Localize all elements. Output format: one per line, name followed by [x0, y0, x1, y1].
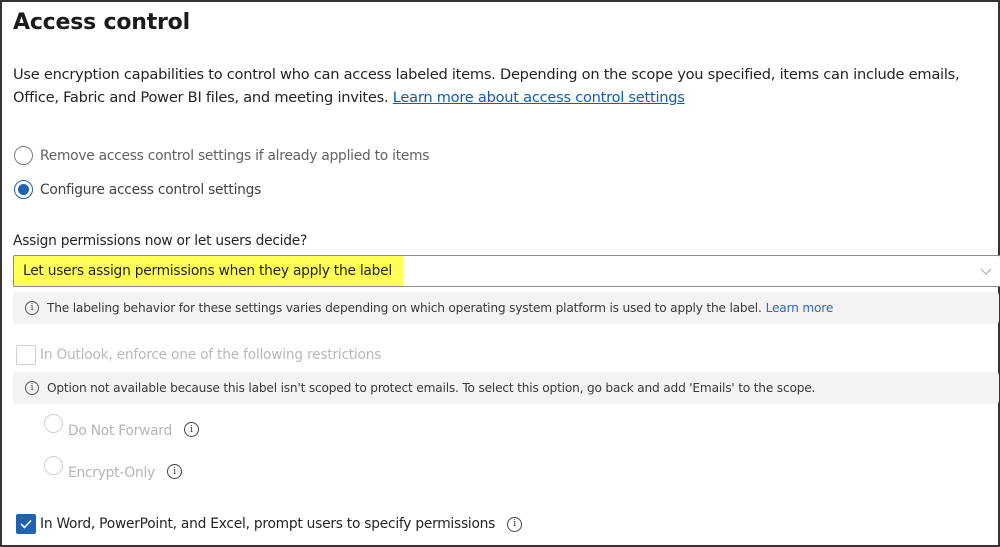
dropdown-selected-value: Let users assign permissions when they a… — [14, 256, 403, 286]
radio-do-not-forward[interactable]: Do Not Forward i — [44, 414, 199, 439]
radio-label: Configure access control settings — [40, 181, 262, 198]
radio-button[interactable] — [44, 456, 63, 475]
platform-info-text: The labeling behavior for these settings… — [47, 301, 762, 315]
access-control-panel: Access control Use encryption capabiliti… — [0, 0, 1000, 547]
radio-button[interactable] — [14, 146, 33, 165]
office-prompt-checkbox[interactable]: In Word, PowerPoint, and Excel, prompt u… — [16, 514, 523, 534]
radio-label: Remove access control settings if alread… — [40, 147, 430, 164]
checkbox-checked[interactable] — [16, 514, 36, 534]
checkbox-label: In Word, PowerPoint, and Excel, prompt u… — [40, 516, 496, 532]
assign-permissions-label: Assign permissions now or let users deci… — [13, 233, 308, 249]
radio-configure-access-control[interactable]: Configure access control settings — [14, 180, 261, 199]
info-icon[interactable]: i — [507, 516, 523, 532]
outlook-info-text: Option not available because this label … — [47, 381, 816, 395]
radio-encrypt-only[interactable]: Encrypt-Only i — [44, 456, 183, 481]
outlook-restriction-checkbox[interactable]: In Outlook, enforce one of the following… — [16, 345, 381, 365]
platform-learn-more-link[interactable]: Learn more — [766, 301, 834, 315]
info-icon[interactable]: i — [167, 464, 183, 479]
page-description: Use encryption capabilities to control w… — [13, 63, 998, 109]
info-icon: i — [25, 381, 39, 395]
outlook-unavailable-info-bar: i Option not available because this labe… — [13, 372, 999, 404]
radio-button[interactable] — [44, 414, 63, 433]
learn-more-access-control-link[interactable]: Learn more about access control settings — [393, 89, 685, 106]
page-title: Access control — [13, 10, 190, 35]
chevron-down-icon — [980, 268, 992, 275]
checkbox-label: In Outlook, enforce one of the following… — [40, 347, 382, 363]
info-icon[interactable]: i — [184, 422, 199, 437]
assign-permissions-dropdown[interactable]: Let users assign permissions when they a… — [13, 255, 1000, 287]
radio-label: Encrypt-Only — [68, 465, 156, 481]
checkbox[interactable] — [16, 345, 36, 365]
radio-label: Do Not Forward — [68, 423, 172, 439]
platform-info-bar: i The labeling behavior for these settin… — [13, 292, 999, 324]
info-icon: i — [25, 301, 39, 315]
radio-button-selected[interactable] — [14, 180, 33, 199]
radio-remove-access-control[interactable]: Remove access control settings if alread… — [14, 146, 429, 165]
checkmark-icon — [20, 519, 32, 529]
